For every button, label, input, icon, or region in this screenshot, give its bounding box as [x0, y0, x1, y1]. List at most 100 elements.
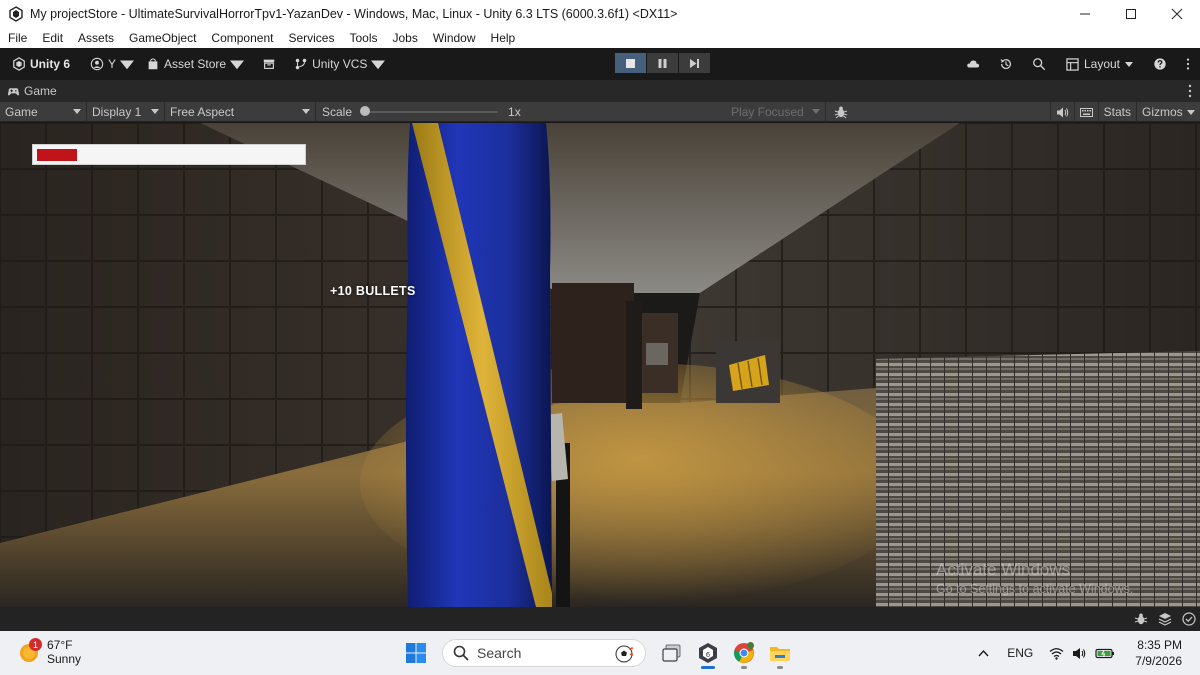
asset-store-label: Asset Store — [164, 57, 227, 71]
chevron-down-icon — [73, 109, 81, 114]
unity-hub-icon: 6 — [699, 643, 717, 663]
chevron-down-icon — [1125, 62, 1133, 67]
layout-icon — [1066, 57, 1079, 71]
chevron-down-icon — [812, 109, 820, 114]
scale-label: Scale — [322, 104, 353, 119]
task-view-icon — [662, 644, 681, 662]
running-app-indicator — [741, 666, 747, 669]
archive-box-icon — [263, 59, 275, 69]
view-type-label: Game — [5, 104, 38, 119]
mute-audio-toggle[interactable] — [1049, 102, 1074, 122]
debug-bug-icon[interactable] — [1134, 612, 1148, 626]
window-title: My projectStore - UltimateSurvivalHorror… — [30, 7, 678, 21]
taskbar-file-explorer[interactable] — [762, 637, 798, 669]
game-tab-bar: Game — [0, 80, 1200, 102]
maximize-button[interactable] — [1108, 0, 1154, 28]
check-circle-icon[interactable] — [1182, 612, 1196, 626]
title-bar: My projectStore - UltimateSurvivalHorror… — [0, 0, 1200, 28]
menu-jobs[interactable]: Jobs — [384, 31, 424, 45]
step-button[interactable] — [679, 53, 710, 73]
health-bar — [32, 144, 306, 165]
svg-text:6: 6 — [706, 651, 711, 659]
wifi-icon — [1049, 647, 1064, 660]
unity-logo-icon — [13, 57, 25, 71]
scale-value: 1x — [508, 104, 521, 119]
close-icon — [1171, 8, 1183, 20]
clock[interactable]: 8:35 PM 7/9/2026 — [1123, 637, 1200, 669]
scale-slider-handle[interactable] — [360, 105, 371, 116]
help-button[interactable] — [1143, 57, 1176, 71]
minimize-button[interactable] — [1062, 0, 1108, 28]
layers-icon[interactable] — [1158, 612, 1172, 626]
aspect-label: Free Aspect — [170, 104, 235, 119]
menu-help[interactable]: Help — [483, 31, 523, 45]
pause-button[interactable] — [647, 53, 678, 73]
keyboard-icon — [1079, 107, 1093, 117]
display-dropdown[interactable]: Display 1 — [87, 101, 165, 122]
menu-component[interactable]: Component — [203, 31, 280, 45]
view-type-dropdown[interactable]: Game — [0, 101, 87, 122]
stats-toggle[interactable]: Stats — [1097, 102, 1136, 122]
menu-tools[interactable]: Tools — [341, 31, 384, 45]
windows-logo-icon — [406, 643, 426, 663]
play-stop-button[interactable] — [615, 53, 646, 73]
cloud-button[interactable] — [957, 57, 990, 71]
tab-options-icon[interactable] — [1188, 84, 1192, 98]
account-dropdown[interactable]: Y — [84, 53, 140, 75]
gamepad-icon — [7, 87, 20, 95]
pickup-message: +10 BULLETS — [330, 284, 416, 298]
gizmos-dropdown[interactable]: Gizmos — [1136, 102, 1200, 122]
menu-gameobject[interactable]: GameObject — [121, 31, 203, 45]
user-icon — [90, 57, 104, 71]
menu-edit[interactable]: Edit — [34, 31, 70, 45]
unity-account-button[interactable]: Unity 6 — [6, 53, 76, 75]
unity-vcs-dropdown[interactable]: Unity VCS — [288, 53, 391, 75]
shortcuts-toggle[interactable] — [1073, 102, 1098, 122]
weather-widget[interactable]: 1 67°F Sunny — [18, 638, 81, 666]
taskbar-apps: Search 6 — [398, 637, 798, 669]
minimize-icon — [1080, 13, 1090, 15]
menu-services[interactable]: Services — [280, 31, 341, 45]
history-button[interactable] — [990, 57, 1023, 71]
more-options-button[interactable] — [1176, 57, 1200, 71]
play-focused-dropdown[interactable]: Play Focused — [726, 101, 826, 122]
close-button[interactable] — [1154, 0, 1200, 28]
start-button[interactable] — [398, 637, 434, 669]
unity-vcs-label: Unity VCS — [312, 57, 368, 71]
cloud-icon — [967, 60, 980, 68]
taskbar-search[interactable]: Search — [442, 639, 646, 667]
stop-icon — [626, 58, 635, 68]
debug-toggle[interactable] — [826, 105, 848, 119]
menu-file[interactable]: File — [0, 31, 34, 45]
language-indicator[interactable]: ENG — [999, 646, 1041, 660]
game-view-toolbar: Game Display 1 Free Aspect Scale 1x Play… — [0, 101, 1200, 122]
clock-date: 7/9/2026 — [1135, 654, 1182, 668]
gizmos-label: Gizmos — [1142, 105, 1183, 119]
activate-windows-title: Activate Windows — [936, 560, 1071, 579]
quick-settings-button[interactable] — [1041, 646, 1123, 661]
scale-control: Scale 1x — [316, 105, 726, 119]
menu-assets[interactable]: Assets — [70, 31, 121, 45]
taskbar-chrome[interactable] — [726, 637, 762, 669]
chevron-down-icon — [371, 60, 386, 70]
shopping-bag-icon — [148, 58, 158, 70]
stats-label: Stats — [1103, 105, 1131, 119]
tab-game[interactable]: Game — [0, 84, 57, 98]
game-viewport[interactable]: +10 BULLETS Activate Windows Go to Setti… — [0, 123, 1200, 607]
search-button[interactable] — [1023, 57, 1056, 71]
task-view-button[interactable] — [654, 637, 690, 669]
menu-window[interactable]: Window — [425, 31, 483, 45]
aspect-dropdown[interactable]: Free Aspect — [165, 101, 316, 122]
search-icon — [453, 645, 469, 661]
scale-slider[interactable] — [360, 105, 499, 116]
package-manager-button[interactable] — [256, 53, 282, 75]
main-toolbar: Unity 6 Y Asset Store Unity VCS Layout — [0, 48, 1200, 80]
taskbar-unity-hub[interactable]: 6 — [690, 637, 726, 669]
chevron-down-icon — [151, 109, 159, 114]
layout-dropdown[interactable]: Layout — [1056, 57, 1143, 71]
version-control-icon — [295, 58, 307, 70]
sun-icon: 1 — [18, 638, 42, 663]
asset-store-dropdown[interactable]: Asset Store — [140, 53, 250, 75]
show-hidden-icons-button[interactable] — [968, 646, 999, 661]
speaker-icon — [1056, 107, 1068, 117]
